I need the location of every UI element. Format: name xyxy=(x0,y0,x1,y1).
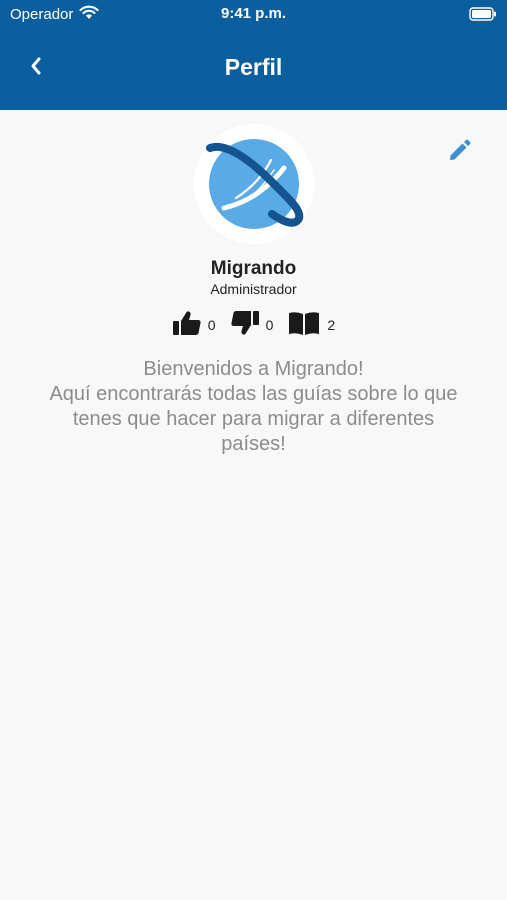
top-bar: Operador 9:41 p.m. Perfil xyxy=(0,0,507,110)
battery-icon xyxy=(469,7,497,25)
welcome-line: tenes que hacer para migrar a diferentes xyxy=(72,408,435,430)
status-time: 9:41 p.m. xyxy=(220,5,287,22)
likes-count: 0 xyxy=(207,317,216,333)
avatar xyxy=(194,124,314,244)
pencil-icon xyxy=(446,138,472,169)
profile-stats: 0 0 2 xyxy=(0,310,507,340)
guides-count: 2 xyxy=(327,317,336,333)
profile-name: Migrando xyxy=(210,258,297,279)
welcome-message: Bienvenidos a Migrando! Aquí encontrarás… xyxy=(20,357,487,457)
status-bar: Operador 9:41 p.m. xyxy=(0,0,507,28)
thumbs-up-icon xyxy=(172,310,202,341)
dislikes-stat: 0 xyxy=(230,310,274,341)
dislikes-count: 0 xyxy=(265,317,274,333)
welcome-line: Bienvenidos a Migrando! xyxy=(143,358,364,380)
likes-stat: 0 xyxy=(172,310,216,341)
welcome-line: países! xyxy=(221,433,286,455)
guides-stat: 2 xyxy=(287,310,335,341)
edit-profile-button[interactable] xyxy=(444,138,474,168)
profile-role: Administrador xyxy=(210,281,297,297)
migrando-logo xyxy=(206,139,304,229)
nav-bar: Perfil xyxy=(0,40,507,96)
page-title: Perfil xyxy=(224,54,283,80)
book-icon xyxy=(287,310,321,341)
welcome-line: Aquí encontrarás todas las guías sobre l… xyxy=(49,383,458,405)
thumbs-down-icon xyxy=(230,310,260,341)
